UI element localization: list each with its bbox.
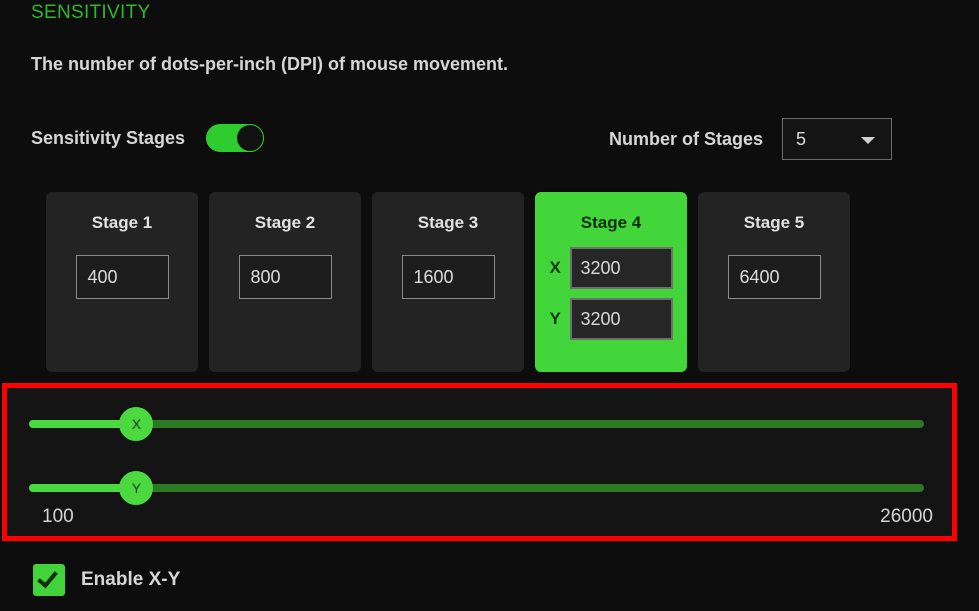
sensitivity-stages-toggle[interactable] [206,124,264,152]
stage-x-row: X 3200 [550,247,673,289]
x-axis-label: X [550,258,570,278]
stage-card-3[interactable]: Stage 3 1600 [372,192,524,372]
number-of-stages-select[interactable]: 5 [782,118,892,160]
stage-card-title: Stage 5 [698,213,850,233]
stage-dpi-input[interactable]: 400 [76,255,169,299]
stage-y-row: Y 3200 [550,298,673,340]
stage-y-dpi-input[interactable]: 3200 [570,298,673,340]
slider-track [29,484,924,492]
number-of-stages-value: 5 [796,129,806,150]
stage-card-title: Stage 2 [209,213,361,233]
number-of-stages-row: Number of Stages 5 [609,118,892,160]
number-of-stages-label: Number of Stages [609,127,763,151]
page-title: SENSITIVITY [31,2,150,24]
stage-card-title: Stage 3 [372,213,524,233]
stage-dpi-input[interactable]: 1600 [402,255,495,299]
enable-xy-row: Enable X-Y [33,564,180,596]
stage-card-4[interactable]: Stage 4 X 3200 Y 3200 [535,192,687,372]
stage-card-5[interactable]: Stage 5 6400 [698,192,850,372]
stage-card-2[interactable]: Stage 2 800 [209,192,361,372]
y-axis-label: Y [550,309,570,329]
check-icon [37,567,58,589]
stage-card-list: Stage 1 400 Stage 2 800 Stage 3 1600 Sta… [46,192,850,372]
slider-min-label: 100 [42,506,74,528]
enable-xy-label: Enable X-Y [81,569,180,591]
dpi-slider-y[interactable]: Y [29,484,924,492]
slider-track [29,420,924,428]
enable-xy-checkbox[interactable] [33,564,65,596]
section-description: The number of dots-per-inch (DPI) of mou… [31,52,508,76]
stage-dpi-input[interactable]: 800 [239,255,332,299]
stage-x-dpi-input[interactable]: 3200 [570,247,673,289]
stage-dpi-input[interactable]: 6400 [728,255,821,299]
stage-card-1[interactable]: Stage 1 400 [46,192,198,372]
dpi-slider-x[interactable]: X [29,420,924,428]
sensitivity-stages-row: Sensitivity Stages [31,124,264,152]
toggle-knob [237,125,263,151]
stage-card-title: Stage 4 [535,213,687,233]
slider-max-label: 26000 [880,506,933,528]
stage-card-title: Stage 1 [46,213,198,233]
highlight-rectangle [2,383,957,541]
sensitivity-stages-label: Sensitivity Stages [31,126,185,150]
chevron-down-icon [861,137,875,144]
